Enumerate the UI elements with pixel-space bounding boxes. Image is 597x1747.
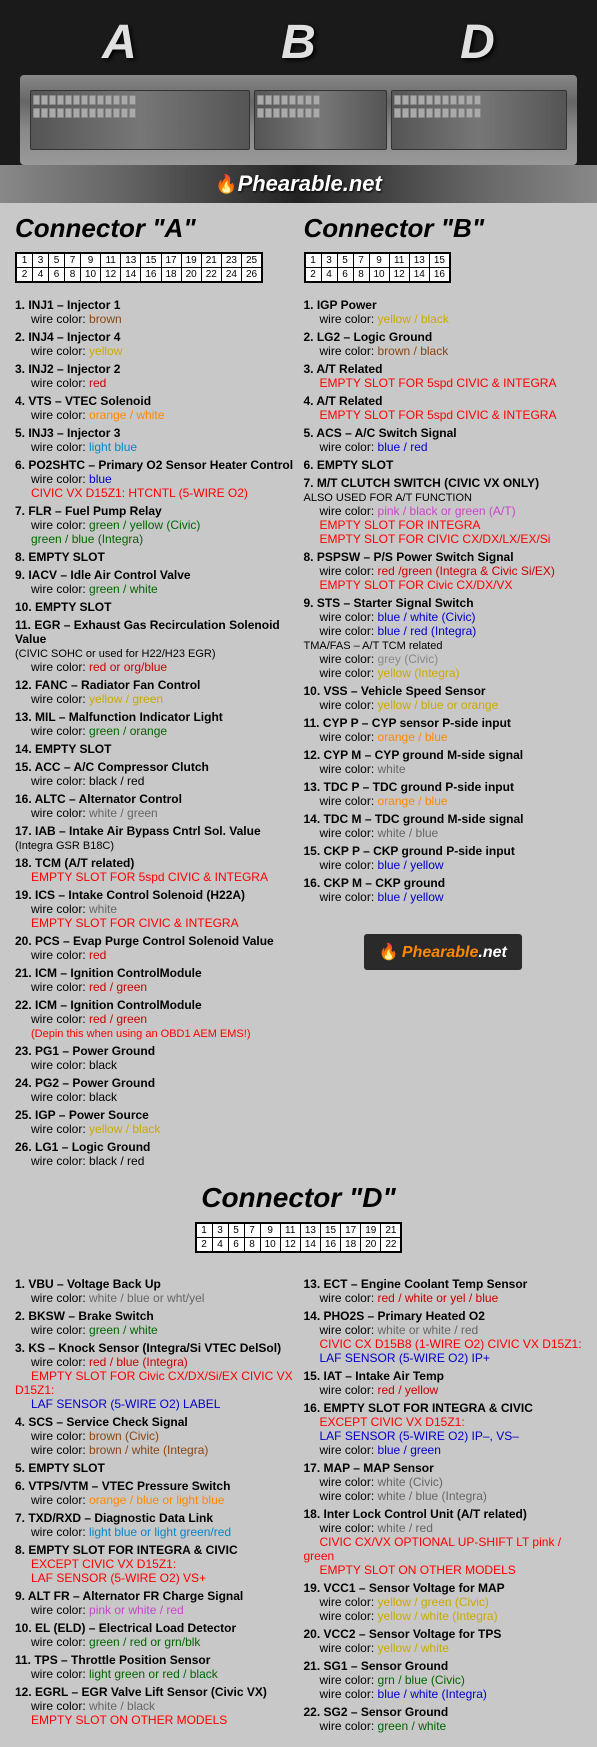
list-item: 3. A/T Related EMPTY SLOT FOR 5spd CIVIC… <box>304 362 583 390</box>
list-item: 18. Inter Lock Control Unit (A/T related… <box>304 1507 583 1577</box>
list-item: 25. IGP – Power Source wire color: yello… <box>15 1108 294 1136</box>
list-item: 4. SCS – Service Check Signal wire color… <box>15 1415 294 1457</box>
list-item: 6. PO2SHTC – Primary O2 Sensor Heater Co… <box>15 458 294 500</box>
list-item: 5. ACS – A/C Switch Signal wire color: b… <box>304 426 583 454</box>
ecu-connectors <box>20 82 577 158</box>
logo-bar: 🔥 Phearable.net <box>0 165 597 203</box>
list-item: 2. INJ4 – Injector 4 wire color: yellow <box>15 330 294 358</box>
list-item: 5. EMPTY SLOT <box>15 1461 294 1475</box>
list-item: 14. EMPTY SLOT <box>15 742 294 756</box>
list-item: 3. KS – Knock Sensor (Integra/Si VTEC De… <box>15 1341 294 1411</box>
main-content: Connector "A" 135791113151719212325 2468… <box>0 203 597 1747</box>
logo-text: Phearable.net <box>238 171 382 197</box>
list-item: 10. EMPTY SLOT <box>15 600 294 614</box>
connector-labels: A B D <box>0 10 597 75</box>
list-item: 2. LG2 – Logic Ground wire color: brown … <box>304 330 583 358</box>
list-item: 12. CYP M – CYP ground M-side signal wir… <box>304 748 583 776</box>
label-a: A <box>102 15 137 70</box>
list-item: 17. MAP – MAP Sensor wire color: white (… <box>304 1461 583 1503</box>
list-item: 24. PG2 – Power Ground wire color: black <box>15 1076 294 1104</box>
list-item: 21. SG1 – Sensor Ground wire color: grn … <box>304 1659 583 1701</box>
list-item: 4. A/T Related EMPTY SLOT FOR 5spd CIVIC… <box>304 394 583 422</box>
label-b: B <box>281 15 316 70</box>
list-item: 20. VCC2 – Sensor Voltage for TPS wire c… <box>304 1627 583 1655</box>
connector-d-right: 13. ECT – Engine Coolant Temp Sensor wir… <box>304 1277 583 1737</box>
connector-d-section: Connector "D" 13579111315171921 24681012… <box>15 1182 582 1737</box>
ecu-connector-d <box>391 90 567 150</box>
header: A B D <box>0 0 597 203</box>
connector-d-pin-grid: 13579111315171921 246810121416182022 <box>15 1222 582 1265</box>
list-item: 15. CKP P – CKP ground P-side input wire… <box>304 844 583 872</box>
ecu-connector-b <box>254 90 387 150</box>
list-item: 7. FLR – Fuel Pump Relay wire color: gre… <box>15 504 294 546</box>
connector-a-items: 1. INJ1 – Injector 1 wire color: brown 2… <box>15 298 294 1168</box>
list-item: 17. IAB – Intake Air Bypass Cntrl Sol. V… <box>15 824 294 852</box>
connector-b-pin-grid: 13579111315 246810121416 <box>304 252 452 283</box>
list-item: 9. STS – Starter Signal Switch wire colo… <box>304 596 583 680</box>
list-item: 1. VBU – Voltage Back Up wire color: whi… <box>15 1277 294 1305</box>
list-item: 11. TPS – Throttle Position Sensor wire … <box>15 1653 294 1681</box>
list-item: 1. IGP Power wire color: yellow / black <box>304 298 583 326</box>
list-item: 12. EGRL – EGR Valve Lift Sensor (Civic … <box>15 1685 294 1727</box>
list-item: 15. IAT – Intake Air Temp wire color: re… <box>304 1369 583 1397</box>
list-item: 2. BKSW – Brake Switch wire color: green… <box>15 1309 294 1337</box>
list-item: 9. IACV – Idle Air Control Valve wire co… <box>15 568 294 596</box>
list-item: 5. INJ3 – Injector 3 wire color: light b… <box>15 426 294 454</box>
list-item: 9. ALT FR – Alternator FR Charge Signal … <box>15 1589 294 1617</box>
list-item: 1. INJ1 – Injector 1 wire color: brown <box>15 298 294 326</box>
list-item: 19. ICS – Intake Control Solenoid (H22A)… <box>15 888 294 930</box>
connector-d-left: 1. VBU – Voltage Back Up wire color: whi… <box>15 1277 294 1737</box>
list-item: 13. MIL – Malfunction Indicator Light wi… <box>15 710 294 738</box>
list-item: 13. ECT – Engine Coolant Temp Sensor wir… <box>304 1277 583 1305</box>
list-item: 19. VCC1 – Sensor Voltage for MAP wire c… <box>304 1581 583 1623</box>
list-item: 13. TDC P – TDC ground P-side input wire… <box>304 780 583 808</box>
label-d: D <box>460 15 495 70</box>
ecu-image <box>20 75 577 165</box>
connector-b-items: 1. IGP Power wire color: yellow / black … <box>304 298 583 970</box>
list-item: 12. FANC – Radiator Fan Control wire col… <box>15 678 294 706</box>
connector-a-title: Connector "A" <box>15 213 294 244</box>
connector-b-title: Connector "B" <box>304 213 583 244</box>
list-item: 21. ICM – Ignition ControlModule wire co… <box>15 966 294 994</box>
ecu-connector-a <box>30 90 250 150</box>
list-item: 22. ICM – Ignition ControlModule wire co… <box>15 998 294 1040</box>
list-item: 14. PHO2S – Primary Heated O2 wire color… <box>304 1309 583 1365</box>
list-item: 6. EMPTY SLOT <box>304 458 583 472</box>
list-item: 14. TDC M – TDC ground M-side signal wir… <box>304 812 583 840</box>
connector-d-items: 1. VBU – Voltage Back Up wire color: whi… <box>15 1277 582 1737</box>
small-logo: 🔥 Phearable.net <box>304 934 583 970</box>
list-item: 15. ACC – A/C Compressor Clutch wire col… <box>15 760 294 788</box>
list-item: 8. EMPTY SLOT FOR INTEGRA & CIVIC EXCEPT… <box>15 1543 294 1585</box>
list-item: 20. PCS – Evap Purge Control Solenoid Va… <box>15 934 294 962</box>
list-item: 4. VTS – VTEC Solenoid wire color: orang… <box>15 394 294 422</box>
list-item: 8. EMPTY SLOT <box>15 550 294 564</box>
list-item: 11. EGR – Exhaust Gas Recirculation Sole… <box>15 618 294 674</box>
connector-b-section: Connector "B" 13579111315 246810121416 1… <box>304 213 583 1172</box>
list-item: 16. ALTC – Alternator Control wire color… <box>15 792 294 820</box>
list-item: 7. TXD/RXD – Diagnostic Data Link wire c… <box>15 1511 294 1539</box>
list-item: 22. SG2 – Sensor Ground wire color: gree… <box>304 1705 583 1733</box>
list-item: 16. EMPTY SLOT FOR INTEGRA & CIVIC EXCEP… <box>304 1401 583 1457</box>
list-item: 7. M/T CLUTCH SWITCH (CIVIC VX ONLY) ALS… <box>304 476 583 546</box>
list-item: 18. TCM (A/T related) EMPTY SLOT FOR 5sp… <box>15 856 294 884</box>
list-item: 16. CKP M – CKP ground wire color: blue … <box>304 876 583 904</box>
list-item: 23. PG1 – Power Ground wire color: black <box>15 1044 294 1072</box>
list-item: 26. LG1 – Logic Ground wire color: black… <box>15 1140 294 1168</box>
connectors-ab: Connector "A" 135791113151719212325 2468… <box>15 213 582 1172</box>
list-item: 6. VTPS/VTM – VTEC Pressure Switch wire … <box>15 1479 294 1507</box>
list-item: 11. CYP P – CYP sensor P-side input wire… <box>304 716 583 744</box>
connector-d-title: Connector "D" <box>15 1182 582 1214</box>
list-item: 3. INJ2 – Injector 2 wire color: red <box>15 362 294 390</box>
connector-a-pin-grid: 135791113151719212325 246810121416182022… <box>15 252 263 283</box>
list-item: 8. PSPSW – P/S Power Switch Signal wire … <box>304 550 583 592</box>
list-item: 10. EL (ELD) – Electrical Load Detector … <box>15 1621 294 1649</box>
connector-a-section: Connector "A" 135791113151719212325 2468… <box>15 213 294 1172</box>
list-item: 10. VSS – Vehicle Speed Sensor wire colo… <box>304 684 583 712</box>
